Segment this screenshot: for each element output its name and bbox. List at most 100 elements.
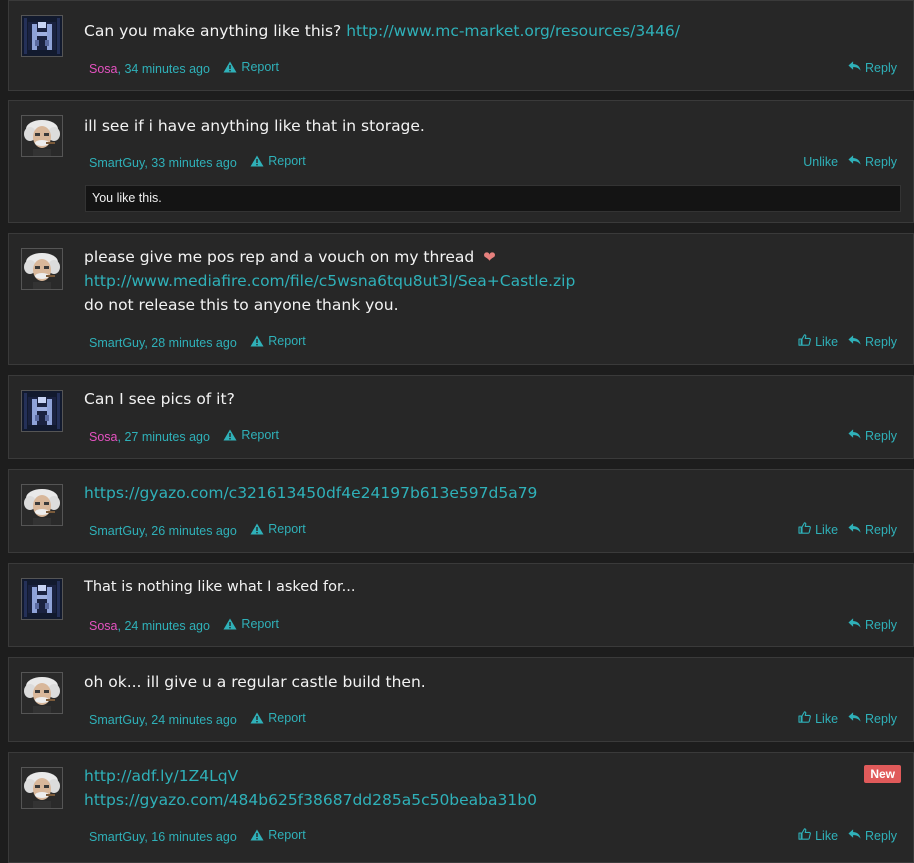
reply-button[interactable]: Reply (848, 617, 897, 632)
post-message: please give me pos rep and a vouch on my… (84, 245, 899, 317)
post: please give me pos rep and a vouch on my… (8, 233, 914, 365)
avatar-smartguy[interactable] (21, 767, 63, 809)
post-meta: Sosa, 27 minutes ago Report (89, 428, 279, 444)
message-line: That is nothing like what I asked for... (84, 575, 899, 599)
message-line: Can you make anything like this? http://… (84, 19, 899, 43)
reply-icon (848, 428, 861, 443)
avatar-smartguy[interactable] (21, 115, 63, 157)
post-actions: Like Reply (798, 828, 897, 843)
warning-icon (223, 618, 237, 630)
message-link[interactable]: https://gyazo.com/484b625f38687dd285a5c5… (84, 791, 537, 809)
post-actions: Like Reply (798, 334, 897, 349)
post-meta: Sosa, 34 minutes ago Report (89, 60, 279, 76)
likes-summary-text: You like this. (92, 191, 162, 205)
username[interactable]: SmartGuy (89, 524, 144, 538)
message-line: oh ok... ill give u a regular castle bui… (84, 670, 899, 694)
avatar-sosa[interactable] (21, 15, 63, 57)
report-button[interactable]: Report (250, 334, 306, 348)
warning-icon (250, 523, 264, 535)
message-text: Can I see pics of it? (84, 390, 235, 408)
post-meta: SmartGuy, 28 minutes ago Report (89, 334, 306, 350)
thumbs-up-icon (798, 334, 811, 349)
post: http://adf.ly/1Z4LqV https://gyazo.com/48… (8, 752, 914, 863)
unlike-button[interactable]: Unlike (803, 155, 838, 169)
post: Can I see pics of it? Sosa, 27 minutes a… (8, 375, 914, 459)
warning-icon (223, 61, 237, 73)
post: Can you make anything like this? http://… (8, 0, 914, 91)
reply-icon (848, 711, 861, 726)
thumbs-up-icon (798, 522, 811, 537)
post-message: ill see if i have anything like that in … (84, 114, 899, 138)
post-message: http://adf.ly/1Z4LqV https://gyazo.com/48… (84, 764, 899, 812)
message-link[interactable]: http://adf.ly/1Z4LqV (84, 767, 238, 785)
message-link[interactable]: https://gyazo.com/c321613450df4e24197b61… (84, 484, 537, 502)
post-actions: Reply (848, 617, 897, 632)
post-actions: Like Reply (798, 522, 897, 537)
report-button[interactable]: Report (250, 828, 306, 842)
post-message: https://gyazo.com/c321613450df4e24197b61… (84, 481, 899, 505)
post-time[interactable]: 24 minutes ago (124, 619, 209, 633)
warning-icon (250, 712, 264, 724)
message-line: Can I see pics of it? (84, 387, 899, 411)
message-line: https://gyazo.com/484b625f38687dd285a5c5… (84, 788, 899, 812)
avatar-smartguy[interactable] (21, 672, 63, 714)
username[interactable]: SmartGuy (89, 336, 144, 350)
post-time[interactable]: 24 minutes ago (151, 713, 236, 727)
post-actions: Reply (848, 60, 897, 75)
reply-button[interactable]: Reply (848, 154, 897, 169)
like-button[interactable]: Like (798, 334, 838, 349)
post-message: Can you make anything like this? http://… (84, 19, 899, 43)
like-button[interactable]: Like (798, 522, 838, 537)
reply-icon (848, 828, 861, 843)
report-button[interactable]: Report (223, 617, 279, 631)
avatar-sosa[interactable] (21, 578, 63, 620)
like-button[interactable]: Like (798, 828, 838, 843)
post-meta: SmartGuy, 26 minutes ago Report (89, 522, 306, 538)
message-line: http://adf.ly/1Z4LqV (84, 764, 899, 788)
post: https://gyazo.com/c321613450df4e24197b61… (8, 469, 914, 553)
post-time[interactable]: 33 minutes ago (151, 156, 236, 170)
username[interactable]: SmartGuy (89, 156, 144, 170)
report-button[interactable]: Report (223, 60, 279, 74)
post-actions: Reply (848, 428, 897, 443)
report-button[interactable]: Report (250, 711, 306, 725)
likes-summary: You like this. (85, 185, 901, 212)
post-time[interactable]: 26 minutes ago (151, 524, 236, 538)
post-time[interactable]: 28 minutes ago (151, 336, 236, 350)
avatar-smartguy[interactable] (21, 484, 63, 526)
reply-button[interactable]: Reply (848, 522, 897, 537)
post: ill see if i have anything like that in … (8, 100, 914, 223)
reply-button[interactable]: Reply (848, 60, 897, 75)
message-text: oh ok... ill give u a regular castle bui… (84, 673, 426, 691)
post-time[interactable]: 27 minutes ago (124, 430, 209, 444)
reply-icon (848, 154, 861, 169)
like-button[interactable]: Like (798, 711, 838, 726)
avatar-smartguy[interactable] (21, 248, 63, 290)
username[interactable]: SmartGuy (89, 830, 144, 844)
message-link[interactable]: http://www.mc-market.org/resources/3446/ (346, 22, 680, 40)
report-button[interactable]: Report (250, 522, 306, 536)
username[interactable]: Sosa (89, 619, 118, 633)
heart-icon: ❤ (483, 248, 496, 266)
message-line: please give me pos rep and a vouch on my… (84, 245, 899, 269)
post: oh ok... ill give u a regular castle bui… (8, 657, 914, 742)
reply-icon (848, 522, 861, 537)
reply-button[interactable]: Reply (848, 828, 897, 843)
post-meta: SmartGuy, 24 minutes ago Report (89, 711, 306, 727)
username[interactable]: Sosa (89, 430, 118, 444)
report-button[interactable]: Report (223, 428, 279, 442)
reply-button[interactable]: Reply (848, 711, 897, 726)
report-button[interactable]: Report (250, 154, 306, 168)
reply-button[interactable]: Reply (848, 334, 897, 349)
message-link[interactable]: http://www.mediafire.com/file/c5wsna6tqu… (84, 272, 575, 290)
username[interactable]: Sosa (89, 62, 118, 76)
message-text: Can you make anything like this? (84, 22, 347, 40)
post-message: Can I see pics of it? (84, 387, 899, 411)
reply-button[interactable]: Reply (848, 428, 897, 443)
username[interactable]: SmartGuy (89, 713, 144, 727)
message-text: That is nothing like what I asked for... (84, 579, 356, 595)
avatar-sosa[interactable] (21, 390, 63, 432)
message-text: do not release this to anyone thank you. (84, 296, 399, 314)
post-time[interactable]: 16 minutes ago (151, 830, 236, 844)
post-time[interactable]: 34 minutes ago (124, 62, 209, 76)
